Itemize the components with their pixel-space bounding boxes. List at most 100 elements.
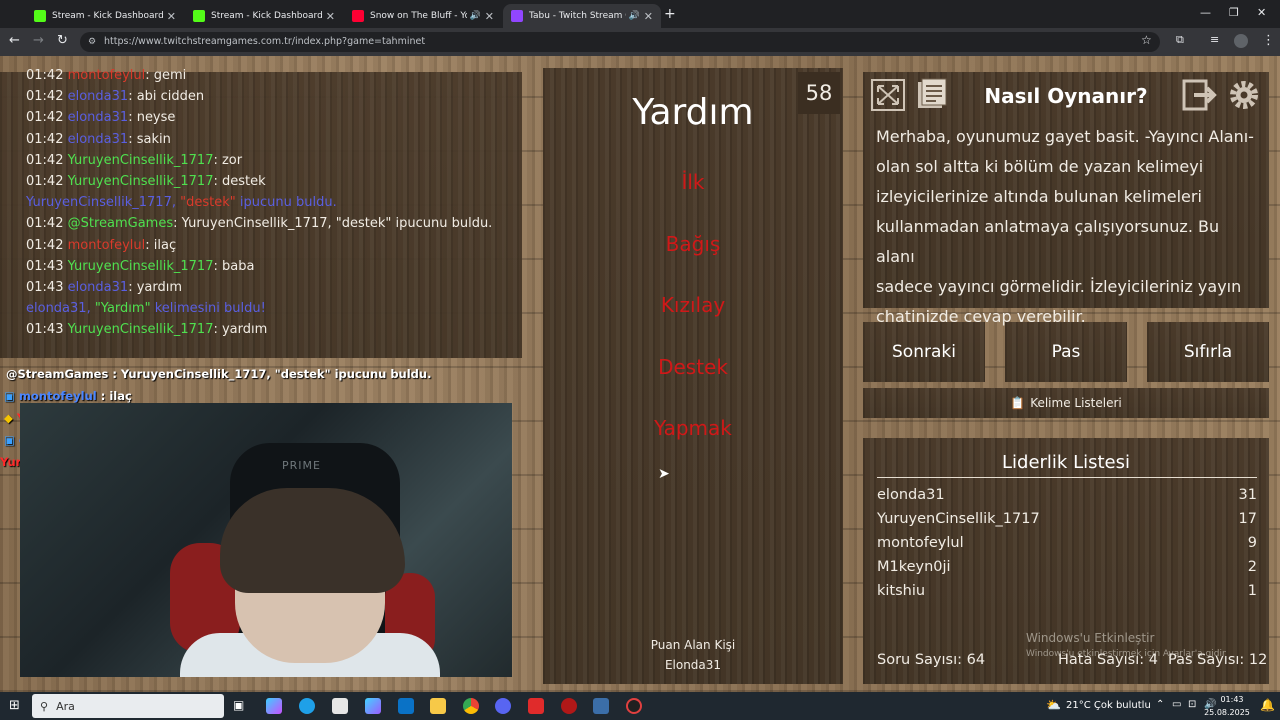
chat-text: : destek [213,174,266,189]
chat-username[interactable]: montofeylul [68,68,146,83]
forward-icon[interactable]: → [33,33,44,48]
leaderboard-name: M1keyn0ji [877,559,951,575]
copilot-icon[interactable] [266,698,282,714]
overlay-text: : ilaç [96,389,132,403]
chrome-icon[interactable] [463,698,479,714]
notification-icon[interactable]: 🔔 [1260,698,1275,712]
chat-username[interactable]: elonda31 [68,89,129,104]
bookmark-star-icon[interactable]: ☆ [1141,33,1152,47]
tab-close-icon[interactable]: ✕ [326,10,335,23]
tab-title: Stream - Kick Dashboard [52,11,163,21]
activation-watermark-title: Windows'u Etkinleştir [1026,631,1155,645]
chat-username[interactable]: YuruyenCinsellik_1717, [26,195,180,210]
reset-button[interactable]: Sıfırla [1147,322,1269,382]
back-icon[interactable]: ← [9,33,20,48]
chat-username[interactable]: YuruyenCinsellik_1717 [68,153,214,168]
browser-tab[interactable]: Snow on The Bluff - YouTub🔊 ✕ [344,4,502,28]
chat-text: kelimesini buldu! [154,301,266,317]
chat-username[interactable]: YuruyenCinsellik_1717 [68,259,214,274]
chat-timestamp: 01:42 [26,110,64,126]
close-window-icon[interactable]: ✕ [1257,6,1266,19]
edge-icon[interactable] [299,698,315,714]
word-lists-button[interactable]: 📋 Kelime Listeleri [863,388,1269,418]
task-view-icon[interactable]: ▣ [233,698,244,712]
tab-close-icon[interactable]: ✕ [485,10,494,23]
overlay-chat-message: ▣ montofeylul : ilaç [4,389,132,403]
weather-icon[interactable]: ⛅ [1046,698,1061,712]
chat-username[interactable]: montofeylul [68,238,146,253]
chat-message: 01:43 elonda31: yardım [26,280,182,295]
tab-audio-icon[interactable]: 🔊 [629,11,640,21]
leaderboard-name: YuruyenCinsellik_1717 [877,511,1040,527]
how-to-play-line: Merhaba, oyunumuz gayet basit. -Yayıncı … [876,127,1254,146]
windows-start-icon[interactable]: ⊞ [9,698,20,713]
chat-username[interactable]: YuruyenCinsellik_1717 [68,322,214,337]
address-bar[interactable]: ⚙ https://www.twitchstreamgames.com.tr/i… [80,32,1160,52]
obs-icon[interactable] [626,698,642,714]
outlook-icon[interactable] [398,698,414,714]
exit-icon[interactable] [1182,78,1220,114]
tab-close-icon[interactable]: ✕ [644,10,653,23]
leaderboard-row: montofeylul 9 [877,535,1257,551]
network-icon[interactable]: ⊡ [1188,699,1196,710]
app-gear-icon[interactable] [593,698,609,714]
settings-gear-icon[interactable] [1226,78,1264,114]
site-info-icon[interactable]: ⚙ [88,32,96,52]
m365-icon[interactable] [365,698,381,714]
chat-username[interactable]: elonda31 [68,110,129,125]
chat-username[interactable]: @StreamGames [68,216,174,231]
browser-tab-bar: Stream - Kick Dashboard ✕ Stream - Kick Da… [0,0,1280,28]
chat-username[interactable]: elonda31 [68,132,129,147]
windows-taskbar: ⊞ ⚲ Ara ▣ ⛅ 21°C Çok bulutlu ⌃ ▭ ⊡ 🔊 01:… [0,692,1280,720]
fullscreen-icon[interactable] [870,78,908,114]
taboo-word: Yapmak [654,416,732,440]
tab-audio-icon[interactable]: 🔊 [470,11,481,21]
store-icon[interactable] [332,698,348,714]
chat-message: 01:43 YuruyenCinsellik_1717: yardım [26,322,267,337]
discord-icon[interactable] [495,698,511,714]
taskbar-search[interactable]: ⚲ Ara [32,694,224,718]
new-tab-button[interactable]: + [664,6,676,22]
chat-text: : ilaç [145,237,177,253]
media-control-icon[interactable]: ≡ [1210,33,1219,46]
browser-tab[interactable]: Stream - Kick Dashboard ✕ [185,4,343,28]
profile-avatar[interactable] [1234,34,1248,48]
browser-tab[interactable]: Tabu - Twitch Stream Game🔊 ✕ [503,4,661,28]
tray-overflow-icon[interactable]: ⌃ [1156,699,1164,710]
weather-text[interactable]: 21°C Çok bulutlu [1066,700,1151,711]
minimize-icon[interactable]: — [1200,6,1211,19]
menu-icon[interactable]: ⋮ [1262,33,1275,48]
chat-message: 01:43 YuruyenCinsellik_1717: baba [26,259,254,274]
leaderboard-row: kitshiu 1 [877,583,1257,599]
browser-tab[interactable]: Stream - Kick Dashboard ✕ [26,4,184,28]
overlay-text: : YuruyenCinsellik_1717, "destek" ipucun… [108,367,432,381]
chat-username[interactable]: elonda31 [68,280,129,295]
url-text: https://www.twitchstreamgames.com.tr/ind… [104,36,426,47]
extensions-icon[interactable]: ⧉ [1176,33,1184,47]
tab-title: Stream - Kick Dashboard [211,11,322,21]
leaderboard-row: YuruyenCinsellik_1717 17 [877,511,1257,527]
badge-icon: ▣ [4,389,19,403]
notes-icon[interactable] [914,78,952,114]
leaderboard-score: 17 [1238,511,1257,527]
chat-username[interactable]: elonda31, [26,301,95,316]
app-w-icon[interactable] [528,698,544,714]
scorer-name: Elonda31 [664,658,722,672]
leaderboard-name: kitshiu [877,583,926,599]
chat-message: 01:42 elonda31: abi cidden [26,89,204,104]
question-count: Soru Sayısı: 64 [877,652,986,668]
opera-icon[interactable] [561,698,577,714]
chat-username[interactable]: YuruyenCinsellik_1717 [68,174,214,189]
restore-icon[interactable]: ❐ [1229,6,1239,19]
clock-date[interactable]: 25.08.2025 [1200,708,1254,717]
chat-text: : neyse [128,110,176,126]
tray-app-icon[interactable]: ▭ [1172,699,1181,710]
next-button[interactable]: Sonraki [863,322,985,382]
pass-button[interactable]: Pas [1005,322,1127,382]
reload-icon[interactable]: ↻ [57,33,68,48]
file-explorer-icon[interactable] [430,698,446,714]
chat-message: 01:42 @StreamGames: YuruyenCinsellik_171… [26,216,492,231]
clock-time[interactable]: 01:43 [1212,695,1252,704]
leaderboard-row: elonda31 31 [877,487,1257,503]
tab-close-icon[interactable]: ✕ [167,10,176,23]
